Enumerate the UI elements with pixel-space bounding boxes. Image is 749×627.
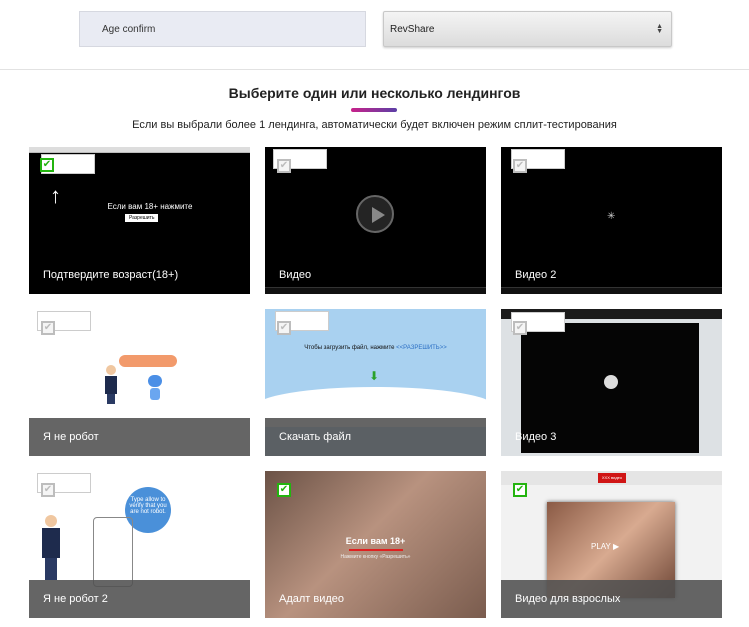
selected-check-icon[interactable]: ✔	[40, 158, 54, 172]
unselected-check-icon[interactable]: ✔	[513, 321, 527, 335]
arrow-up-icon: ↑	[50, 183, 61, 208]
card-label: Подтвердите возраст(18+)	[43, 269, 179, 281]
landing-card-robot[interactable]: ✔ Я не робот	[29, 309, 250, 456]
card-label: Адалт видео	[279, 593, 345, 605]
section-title: Выберите один или несколько лендингов	[228, 85, 521, 101]
card-label: Видео 3	[515, 431, 557, 443]
unselected-check-icon[interactable]: ✔	[277, 321, 291, 335]
play-icon	[356, 195, 394, 233]
selected-check-icon[interactable]: ✔	[277, 483, 291, 497]
landing-card-adult-video-2[interactable]: XXX видео ✔ PLAY ▶ Видео для взрослых	[501, 471, 722, 618]
xxx-badge: XXX видео	[598, 473, 626, 483]
play-icon	[604, 375, 618, 389]
select-arrows-icon: ▲ ▼	[656, 23, 663, 35]
stream-name-value: Age confirm	[102, 23, 156, 35]
adult-headline: Если вам 18+	[345, 536, 406, 546]
unselected-check-icon[interactable]: ✔	[513, 159, 527, 173]
payout-model-value: RevShare	[390, 23, 435, 35]
title-underline	[351, 108, 397, 112]
unselected-check-icon[interactable]: ✔	[41, 321, 55, 335]
card-label: Скачать файл	[265, 418, 486, 456]
age-preview-text: Если вам 18+ нажмите	[107, 202, 193, 211]
play-button: PLAY ▶	[591, 542, 620, 551]
robot-figure	[147, 375, 163, 401]
card-label: Я не робот	[29, 418, 250, 456]
adult-subtext: Нажмите кнопку «Разрешить»	[340, 554, 411, 560]
businessman-figure	[105, 365, 117, 405]
card-label: Видео для взрослых	[501, 580, 722, 618]
unselected-check-icon[interactable]: ✔	[277, 159, 291, 173]
unselected-check-icon[interactable]: ✔	[41, 483, 55, 497]
landing-card-video-3[interactable]: ✔ Видео 3	[501, 309, 722, 456]
landing-card-robot-2[interactable]: ✔ Type allow to verify that you are not …	[29, 471, 250, 618]
businessman-figure	[41, 515, 61, 585]
card-label: Я не робот 2	[29, 580, 250, 618]
landing-card-download[interactable]: ✔ Чтобы загрузить файл, нажмите <<РАЗРЕШ…	[265, 309, 486, 456]
download-arrow-icon: ⬇	[369, 369, 380, 383]
section-subtitle: Если вы выбрали более 1 лендинга, автома…	[132, 119, 617, 131]
top-form: Age confirm RevShare ▲ ▼	[0, 0, 749, 70]
stream-name-input[interactable]: Age confirm	[79, 11, 366, 47]
landing-card-video[interactable]: ✔ Видео	[265, 147, 486, 294]
download-preview-text: Чтобы загрузить файл, нажмите <<РАЗРЕШИТ…	[304, 345, 447, 351]
card-label: Видео 2	[515, 269, 557, 281]
selected-check-icon[interactable]: ✔	[513, 483, 527, 497]
landing-card-adult-video[interactable]: ✔ Если вам 18+ Нажмите кнопку «Разрешить…	[265, 471, 486, 618]
adult-underline	[349, 549, 403, 551]
card-label: Видео	[279, 269, 312, 281]
robot-sketch	[93, 517, 133, 587]
landing-card-age[interactable]: ✔ ↑ Если вам 18+ нажмите Разрешить Подтв…	[29, 147, 250, 294]
speech-bubble	[119, 355, 177, 367]
landing-card-video-2[interactable]: ✔ ✳ Видео 2	[501, 147, 722, 294]
age-preview-button: Разрешить	[125, 214, 159, 222]
payout-model-select[interactable]: RevShare ▲ ▼	[383, 11, 672, 47]
loading-spinner-icon: ✳	[607, 211, 616, 222]
browser-bar	[29, 147, 250, 153]
